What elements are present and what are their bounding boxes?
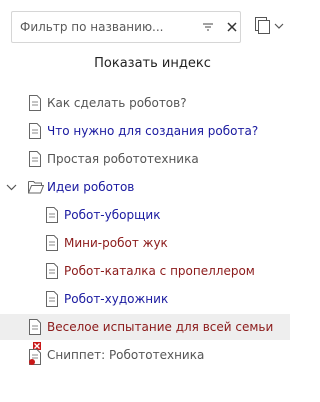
- tree-item-label: Мини-робот жук: [64, 236, 168, 250]
- show-index-button[interactable]: Показать индекс: [0, 56, 305, 71]
- tree-item[interactable]: Сниппет: Робототехника: [0, 342, 290, 368]
- filter-input[interactable]: [20, 12, 192, 42]
- tree-item-label: Робот-каталка с пропеллером: [64, 264, 255, 278]
- filter-icon[interactable]: [202, 21, 214, 33]
- document-icon: [46, 291, 58, 307]
- snippet-error-icon: [29, 342, 41, 365]
- filter-box: [11, 11, 241, 43]
- document-icon: [29, 95, 41, 111]
- tree-item[interactable]: Робот-каталка с пропеллером: [0, 258, 290, 284]
- folder-open-icon: [28, 181, 44, 194]
- tree-item-label: Веселое испытание для всей семьи: [47, 320, 274, 334]
- tree-item[interactable]: Простая робототехника: [0, 146, 290, 172]
- pages-icon: [255, 17, 284, 34]
- document-icon: [29, 123, 41, 139]
- document-icon: [29, 151, 41, 167]
- tree-item-label: Робот-художник: [64, 292, 169, 306]
- tree-item-label: Как сделать роботов?: [47, 96, 187, 110]
- tree-item[interactable]: Мини-робот жук: [0, 230, 290, 256]
- tree-item-label: Сниппет: Робототехника: [47, 348, 205, 362]
- tree-item-selected[interactable]: Веселое испытание для всей семьи: [0, 314, 290, 340]
- tree-item[interactable]: Робот-художник: [0, 286, 290, 312]
- close-icon[interactable]: [225, 20, 239, 34]
- document-icon: [46, 207, 58, 223]
- tree-item-label: Что нужно для создания робота?: [47, 124, 259, 138]
- tree-item[interactable]: Как сделать роботов?: [0, 90, 290, 116]
- chevron-down-icon[interactable]: [6, 182, 17, 193]
- tree-item-label: Простая робототехника: [47, 152, 199, 166]
- page-menu-button[interactable]: [252, 17, 286, 39]
- tree-item[interactable]: Что нужно для создания робота?: [0, 118, 290, 144]
- tree-folder-label: Идеи роботов: [47, 180, 135, 194]
- tree-item[interactable]: Робот-уборщик: [0, 202, 290, 228]
- tree-item-label: Робот-уборщик: [64, 208, 161, 222]
- document-icon: [29, 319, 41, 335]
- document-icon: [46, 263, 58, 279]
- document-icon: [46, 235, 58, 251]
- topic-tree-panel: Показать индекс Как сделать роботов? Что…: [0, 0, 309, 402]
- tree-folder[interactable]: Идеи роботов: [0, 174, 290, 200]
